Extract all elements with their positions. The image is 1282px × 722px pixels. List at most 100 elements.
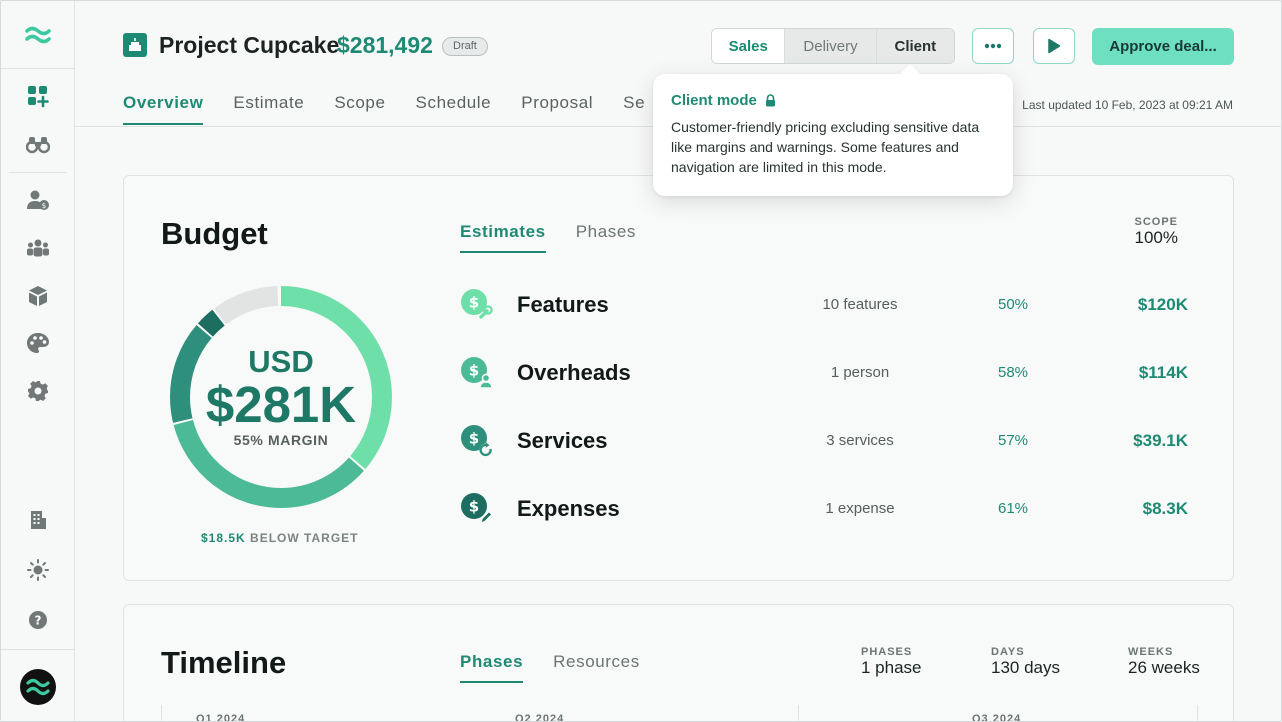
last-updated-text: Last updated 10 Feb, 2023 at 09:21 AM: [1022, 98, 1233, 112]
app-frame: $ ? Project Cupcake $281,492 Draft Sales…: [0, 0, 1282, 722]
donut-amount: $281K: [205, 376, 357, 433]
days-label: DAYS: [991, 646, 1025, 658]
row-percent: 57%: [997, 432, 1029, 449]
row-value: $39.1K: [1133, 431, 1188, 450]
row-value: $114K: [1138, 363, 1188, 382]
dollar-person-icon: $: [461, 357, 493, 389]
tab-estimate[interactable]: Estimate: [233, 93, 304, 125]
box-icon[interactable]: [25, 283, 51, 309]
tab-proposal[interactable]: Proposal: [521, 93, 593, 125]
logo-icon[interactable]: [1, 1, 75, 69]
budget-row-features[interactable]: $ Features 10 features 50% $120K: [460, 286, 1190, 354]
below-target-amount: $18.5K: [201, 531, 246, 545]
client-mode-tooltip: Client mode Customer-friendly pricing ex…: [653, 64, 1013, 196]
approve-deal-button[interactable]: Approve deal...: [1092, 28, 1234, 65]
help-icon[interactable]: ?: [25, 607, 51, 633]
scope-value: 100%: [1134, 228, 1178, 247]
quarter-label: Q1 2024: [196, 713, 246, 722]
tab-resources[interactable]: Resources: [553, 652, 640, 683]
present-button[interactable]: [1033, 28, 1075, 64]
tab-estimates[interactable]: Estimates: [460, 222, 546, 253]
dollar-refresh-icon: $: [461, 425, 493, 457]
donut-center: USD $281K 55% MARGIN: [168, 284, 394, 510]
mode-delivery-button[interactable]: Delivery: [785, 29, 877, 63]
row-name: Features: [517, 292, 609, 317]
budget-tabs: Estimates Phases: [460, 222, 636, 253]
svg-text:$: $: [469, 430, 479, 448]
project-amount: $281,492: [337, 32, 433, 58]
timeline-gridline: [161, 705, 162, 721]
project-title: Project Cupcake: [159, 32, 340, 58]
binoculars-icon[interactable]: [25, 131, 51, 157]
weeks-stat: WEEKS 26 weeks: [1128, 646, 1200, 678]
lock-icon: [765, 94, 775, 107]
mode-client-button[interactable]: Client: [876, 29, 954, 63]
status-badge: Draft: [442, 37, 488, 56]
tooltip-body: Customer-friendly pricing excluding sens…: [671, 119, 980, 175]
dashboard-add-icon[interactable]: [25, 83, 51, 109]
tab-timeline-phases[interactable]: Phases: [460, 652, 524, 683]
weeks-label: WEEKS: [1128, 646, 1174, 658]
tab-overview[interactable]: Overview: [123, 93, 204, 125]
budget-title: Budget: [161, 216, 268, 251]
sun-icon[interactable]: [25, 557, 51, 583]
row-count: 1 person: [830, 364, 890, 381]
row-count: 1 expense: [825, 500, 895, 517]
tab-settings[interactable]: Se: [623, 93, 645, 125]
timeline-gridline: [1197, 705, 1198, 721]
phases-value: 1 phase: [861, 658, 922, 677]
phases-label: PHASES: [861, 646, 913, 658]
budget-donut: USD $281K 55% MARGIN: [168, 284, 394, 510]
palette-icon[interactable]: [25, 330, 51, 356]
person-dollar-icon[interactable]: $: [25, 187, 51, 213]
more-options-button[interactable]: [972, 28, 1014, 64]
team-icon[interactable]: [25, 235, 51, 261]
below-target: $18.5K BELOW TARGET: [201, 531, 358, 545]
row-value: $8.3K: [1142, 499, 1188, 518]
main-tabs: Overview Estimate Scope Schedule Proposa…: [123, 93, 645, 125]
tooltip-title-text: Client mode: [671, 92, 757, 109]
budget-rows: $ Features 10 features 50% $120K $ Overh…: [460, 286, 1190, 558]
row-name: Overheads: [517, 360, 631, 385]
budget-row-expenses[interactable]: $ Expenses 1 expense 61% $8.3K: [460, 490, 1190, 558]
play-icon: [1048, 38, 1061, 54]
mode-sales-button[interactable]: Sales: [712, 29, 786, 63]
quarter-label: Q2 2024: [515, 713, 565, 722]
phases-stat: PHASES 1 phase: [861, 646, 922, 678]
row-name: Services: [517, 428, 608, 453]
dollar-pencil-icon: $: [461, 493, 493, 525]
timeline-title: Timeline: [161, 645, 287, 680]
donut-currency: USD: [248, 344, 314, 379]
row-value: $120K: [1137, 295, 1188, 314]
row-name: Expenses: [517, 496, 620, 521]
tab-phases[interactable]: Phases: [576, 222, 636, 253]
tab-schedule[interactable]: Schedule: [416, 93, 492, 125]
days-value: 130 days: [991, 658, 1060, 677]
budget-card: Budget Estimates Phases SCOPE 100% USD $…: [123, 175, 1234, 581]
budget-row-overheads[interactable]: $ Overheads 1 person 58% $114K: [460, 354, 1190, 422]
scope-stat: SCOPE 100%: [1134, 216, 1178, 248]
svg-text:$: $: [42, 202, 46, 210]
tooltip-title: Client mode: [671, 92, 995, 109]
svg-text:$: $: [469, 362, 479, 380]
timeline-tabs: Phases Resources: [460, 652, 640, 683]
svg-text:$: $: [469, 294, 479, 312]
tab-scope[interactable]: Scope: [334, 93, 385, 125]
more-dots-icon: [984, 43, 1002, 49]
below-target-label: BELOW TARGET: [250, 531, 359, 545]
quarter-label: Q3 2024: [972, 713, 1022, 722]
account-logo-icon[interactable]: [1, 649, 75, 721]
timeline-gridline: [798, 705, 799, 721]
building-icon[interactable]: [25, 507, 51, 533]
sidebar: $ ?: [1, 1, 75, 721]
gear-icon[interactable]: [25, 378, 51, 404]
row-percent: 61%: [997, 500, 1029, 517]
donut-margin: 55% MARGIN: [233, 432, 329, 448]
svg-text:$: $: [469, 498, 479, 516]
timeline-card: Timeline Phases Resources PHASES 1 phase…: [123, 604, 1234, 722]
cake-icon: [123, 33, 147, 57]
mode-switch: Sales Delivery Client: [711, 28, 955, 64]
weeks-value: 26 weeks: [1128, 658, 1200, 677]
svg-text:?: ?: [35, 614, 42, 628]
budget-row-services[interactable]: $ Services 3 services 57% $39.1K: [460, 422, 1190, 490]
